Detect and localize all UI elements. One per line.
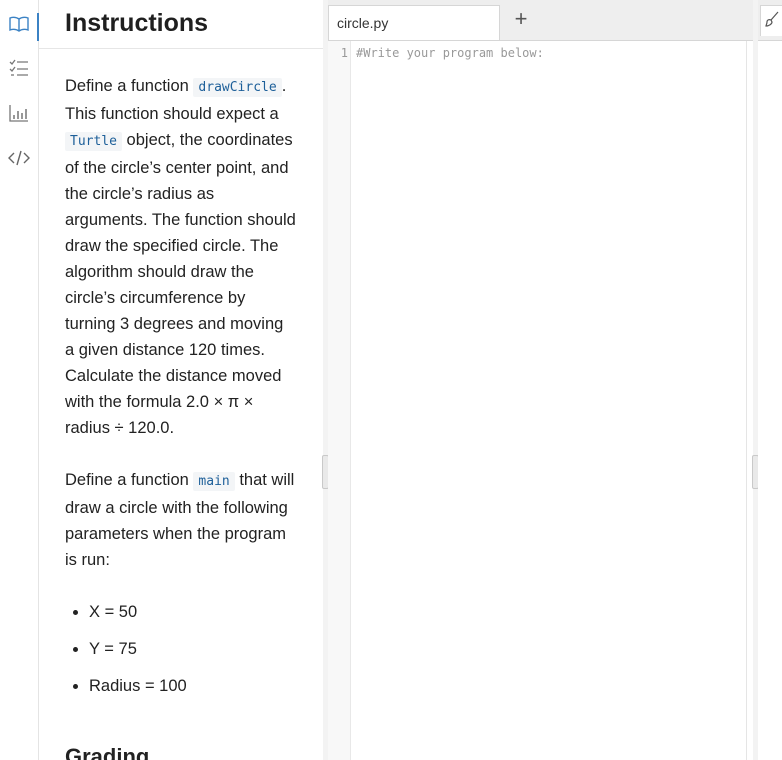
code-text[interactable]: #Write your program below: bbox=[356, 46, 544, 60]
page-title: Instructions bbox=[65, 9, 209, 37]
inline-code: Turtle bbox=[65, 132, 122, 151]
section-heading: Grading bbox=[65, 744, 150, 760]
code-editor: circle.py + 1 #Write your program below: bbox=[328, 0, 754, 760]
instructions-paragraph: Define a function main that will draw a … bbox=[65, 467, 297, 573]
code-icon bbox=[8, 150, 30, 171]
output-panel bbox=[758, 0, 782, 760]
book-icon bbox=[9, 16, 29, 37]
editor-tab-bar: circle.py + bbox=[328, 0, 753, 41]
list-item: X = 50 bbox=[89, 599, 297, 625]
text: Define a function bbox=[65, 471, 194, 489]
output-tab-bar bbox=[758, 0, 782, 41]
add-file-button[interactable]: + bbox=[508, 6, 534, 32]
checklist-icon bbox=[9, 59, 29, 82]
instructions-tab[interactable] bbox=[4, 11, 39, 41]
instructions-body: Define a function drawCircle. This funct… bbox=[65, 73, 297, 710]
title-divider bbox=[39, 48, 323, 49]
inline-code: main bbox=[193, 472, 235, 491]
sidebar-rail bbox=[0, 0, 39, 760]
inline-code: drawCircle bbox=[193, 78, 282, 97]
brush-icon bbox=[765, 11, 779, 32]
text: Define a function bbox=[65, 77, 194, 95]
text: object, the coordinates of the circle’s … bbox=[65, 131, 296, 437]
line-number: 1 bbox=[340, 46, 348, 60]
bar-chart-icon bbox=[9, 104, 29, 127]
list-item: Y = 75 bbox=[89, 636, 297, 662]
clear-output-button[interactable] bbox=[760, 5, 782, 36]
line-gutter: 1 bbox=[328, 41, 351, 760]
results-tab[interactable] bbox=[4, 100, 34, 130]
instructions-panel: Instructions Define a function drawCircl… bbox=[39, 0, 324, 760]
instructions-paragraph: Define a function drawCircle. This funct… bbox=[65, 73, 297, 441]
tests-tab[interactable] bbox=[4, 55, 34, 85]
list-item: Radius = 100 bbox=[89, 673, 297, 699]
tab-file[interactable]: circle.py bbox=[328, 5, 500, 40]
code-tab[interactable] bbox=[4, 145, 34, 175]
parameter-list: X = 50 Y = 75 Radius = 100 bbox=[65, 599, 297, 699]
